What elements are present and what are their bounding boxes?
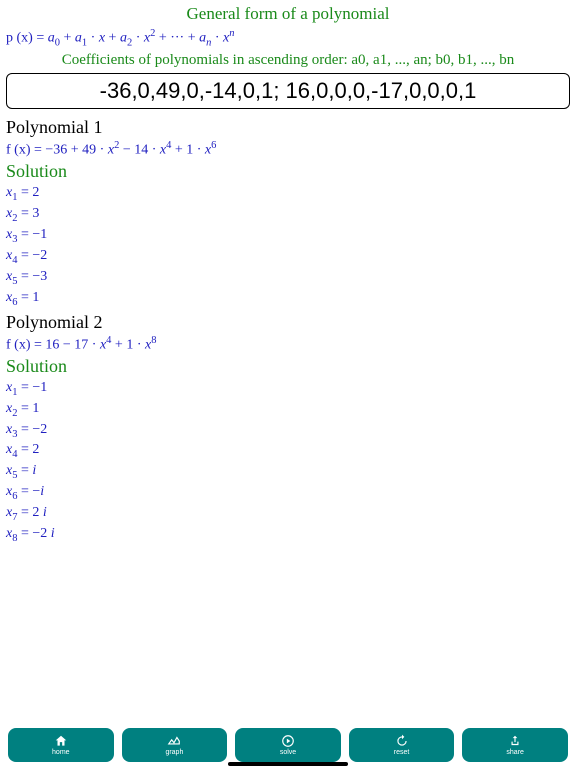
polynomial-2-heading: Polynomial 2 [6, 312, 570, 333]
share-icon [508, 734, 522, 748]
polynomial-1-heading: Polynomial 1 [6, 117, 570, 138]
root-item: x6 = −i [6, 483, 570, 504]
root-item: x3 = −2 [6, 421, 570, 442]
roots-list-1: x1 = 2x2 = 3x3 = −1x4 = −2x5 = −3x6 = 1 [6, 184, 570, 310]
graph-button[interactable]: graph [122, 728, 228, 762]
reset-icon [395, 734, 409, 748]
page-title: General form of a polynomial [6, 4, 570, 24]
home-button[interactable]: home [8, 728, 114, 762]
general-form-equation: p (x) = a0 + a1 · x + a2 · x2 + ··· + an… [6, 28, 570, 48]
root-item: x2 = 3 [6, 205, 570, 226]
root-item: x5 = −3 [6, 268, 570, 289]
share-button[interactable]: share [462, 728, 568, 762]
polynomial-1-expression: f (x) = −36 + 49 · x2 − 14 · x4 + 1 · x6 [6, 140, 570, 159]
home-icon [54, 734, 68, 748]
root-item: x5 = i [6, 462, 570, 483]
play-icon [281, 734, 295, 748]
tab-label: reset [394, 749, 410, 756]
home-indicator [228, 762, 348, 766]
tab-label: graph [165, 749, 183, 756]
solution-heading-2: Solution [6, 356, 570, 377]
graph-icon [167, 734, 181, 748]
solve-button[interactable]: solve [235, 728, 341, 762]
root-item: x8 = −2 i [6, 525, 570, 546]
coefficients-input[interactable] [6, 73, 570, 109]
roots-list-2: x1 = −1x2 = 1x3 = −2x4 = 2x5 = ix6 = −ix… [6, 379, 570, 547]
root-item: x3 = −1 [6, 226, 570, 247]
tab-label: solve [280, 749, 296, 756]
root-item: x4 = 2 [6, 441, 570, 462]
solution-heading-1: Solution [6, 161, 570, 182]
coefficients-label: Coefficients of polynomials in ascending… [6, 52, 570, 69]
root-item: x1 = 2 [6, 184, 570, 205]
main-content: General form of a polynomial p (x) = a0 … [0, 0, 576, 722]
tab-label: home [52, 749, 70, 756]
reset-button[interactable]: reset [349, 728, 455, 762]
root-item: x1 = −1 [6, 379, 570, 400]
root-item: x6 = 1 [6, 289, 570, 310]
polynomial-2-expression: f (x) = 16 − 17 · x4 + 1 · x8 [6, 335, 570, 354]
root-item: x4 = −2 [6, 247, 570, 268]
tab-label: share [506, 749, 524, 756]
root-item: x7 = 2 i [6, 504, 570, 525]
root-item: x2 = 1 [6, 400, 570, 421]
